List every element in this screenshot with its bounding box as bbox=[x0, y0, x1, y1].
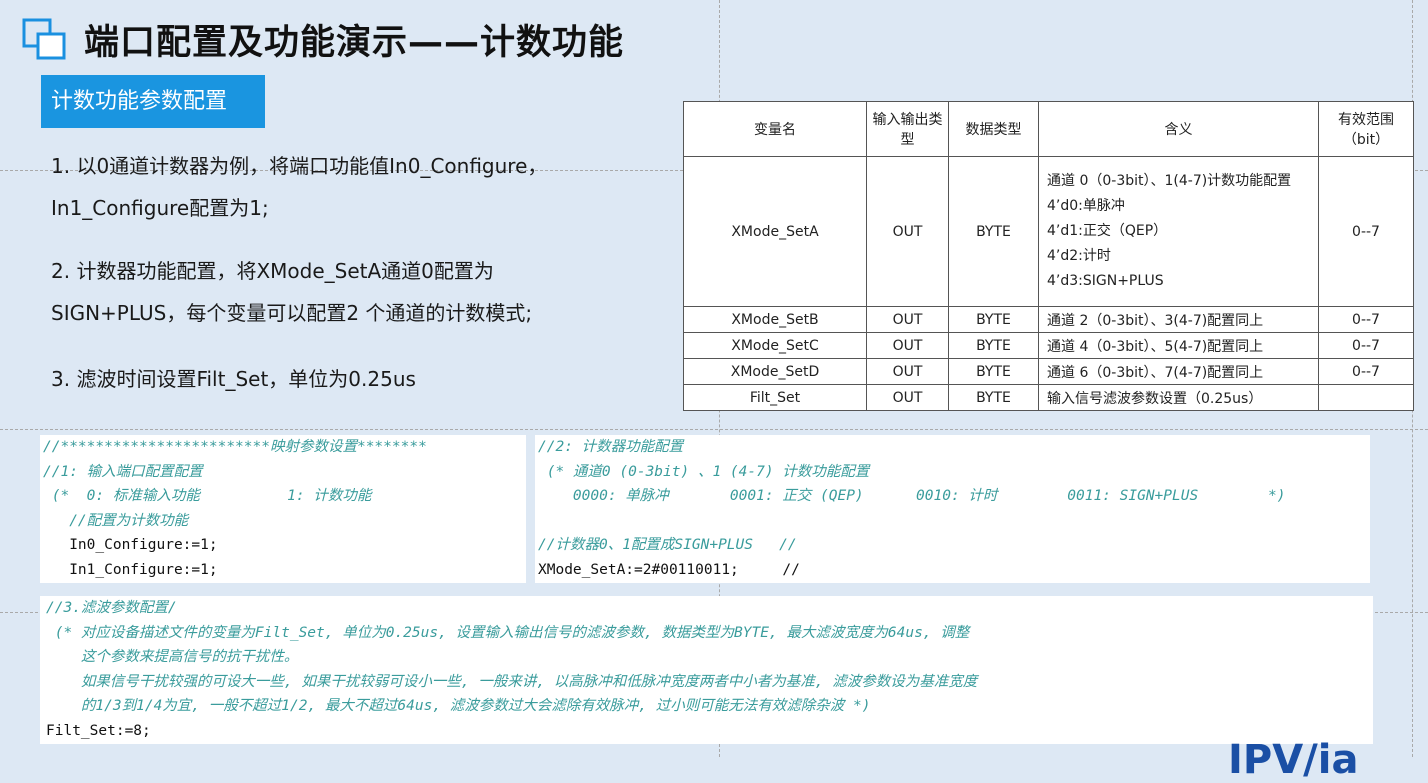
code-comment-line: 0000: 单脉冲 0001: 正交 (QEP) 0010: 计时 0011: … bbox=[538, 488, 1286, 504]
cell-range: 0--7 bbox=[1318, 332, 1414, 359]
step-2-line-1: 2. 计数器功能配置，将XMode_SetA通道0配置为 bbox=[51, 259, 494, 283]
code-comment-line bbox=[538, 509, 1370, 534]
header-cell: 数据类型 bbox=[948, 101, 1039, 157]
code-comment-line: //3.滤波参数配置/ bbox=[46, 600, 177, 616]
table-row: XMode_SetB OUT BYTE 通道 2（0-3bit）、3(4-7)配… bbox=[683, 306, 1414, 333]
cell-type: BYTE bbox=[948, 332, 1039, 359]
cell-type: BYTE bbox=[948, 358, 1039, 385]
step-1-line-1: 1. 以0通道计数器为例，将端口功能值In0_Configure， bbox=[51, 154, 548, 178]
code-comment-line: (* 对应设备描述文件的变量为Filt_Set, 单位为0.25us, 设置输入… bbox=[46, 624, 970, 641]
meaning-line: 4’d0:单脉冲 bbox=[1047, 198, 1125, 214]
table-header-row: 变量名 输入输出类型 数据类型 含义 有效范围（bit） bbox=[683, 101, 1414, 157]
cell-type: BYTE bbox=[948, 384, 1039, 411]
header-cell: 有效范围（bit） bbox=[1318, 101, 1414, 157]
cell-meaning: 通道 0（0-3bit）、1(4-7)计数功能配置 4’d0:单脉冲 4’d1:… bbox=[1038, 156, 1319, 307]
code-panel-filter-config: //3.滤波参数配置/ (* 对应设备描述文件的变量为Filt_Set, 单位为… bbox=[40, 596, 1373, 744]
meaning-line: 4’d2:计时 bbox=[1047, 248, 1111, 264]
cell-meaning: 通道 6（0-3bit）、7(4-7)配置同上 bbox=[1038, 358, 1319, 385]
cell-io: OUT bbox=[866, 306, 949, 333]
code-statement-line: Filt_Set:=8; bbox=[46, 722, 151, 739]
step-3-text: 3. 滤波时间设置Filt_Set，单位为0.25us bbox=[51, 358, 671, 400]
cell-name: XMode_SetD bbox=[683, 358, 867, 385]
code-comment-line: //计数器0、1配置成SIGN+PLUS // bbox=[538, 537, 797, 553]
code-comment-line: 的1/3到1/4为宜, 一般不超过1/2, 最大不超过64us, 滤波参数过大会… bbox=[46, 698, 871, 714]
table-row: XMode_SetA OUT BYTE 通道 0（0-3bit）、1(4-7)计… bbox=[683, 156, 1414, 307]
code-comment-line: (* 通道0 (0-3bit) 、1 (4-7) 计数功能配置 bbox=[538, 463, 870, 480]
cell-type: BYTE bbox=[948, 156, 1039, 307]
code-comment-line: (* 0: 标准输入功能 1: 计数功能 bbox=[43, 488, 372, 504]
code-comment-line: 这个参数来提高信号的抗干扰性。 bbox=[46, 649, 299, 665]
code-statement-line: In1_Configure:=1; bbox=[43, 561, 218, 578]
header-cell: 含义 bbox=[1038, 101, 1319, 157]
code-statement-line: In0_Configure:=1; bbox=[43, 537, 218, 553]
cell-meaning: 通道 2（0-3bit）、3(4-7)配置同上 bbox=[1038, 306, 1319, 333]
cell-range: 0--7 bbox=[1318, 306, 1414, 333]
cell-io: OUT bbox=[866, 358, 949, 385]
step-1-line-2: In1_Configure配置为1; bbox=[51, 196, 269, 220]
step-1-text: 1. 以0通道计数器为例，将端口功能值In0_Configure， In1_Co… bbox=[51, 145, 671, 229]
code-comment-line: //配置为计数功能 bbox=[43, 512, 189, 529]
page-title: 端口配置及功能演示——计数功能 bbox=[84, 23, 625, 63]
cell-name: XMode_SetB bbox=[683, 306, 867, 333]
cell-io: OUT bbox=[866, 384, 949, 411]
title-squares-icon bbox=[22, 18, 66, 60]
code-comment-line: 如果信号干扰较强的可设大一些, 如果干扰较弱可设小一些, 一般来讲, 以高脉冲和… bbox=[46, 673, 978, 690]
table-row: XMode_SetD OUT BYTE 通道 6（0-3bit）、7(4-7)配… bbox=[683, 358, 1414, 385]
code-comment-line: //************************映射参数设置******** bbox=[43, 439, 427, 455]
code-statement-line: XMode_SetA:=2#00110011; // bbox=[538, 561, 800, 578]
brand-logo: IPV/ia bbox=[1228, 737, 1359, 783]
cell-range bbox=[1318, 384, 1414, 411]
cell-meaning: 通道 4（0-3bit）、5(4-7)配置同上 bbox=[1038, 332, 1319, 359]
table-row: XMode_SetC OUT BYTE 通道 4（0-3bit）、5(4-7)配… bbox=[683, 332, 1414, 359]
meaning-line: 通道 0（0-3bit）、1(4-7)计数功能配置 bbox=[1047, 173, 1292, 189]
cell-name: XMode_SetC bbox=[683, 332, 867, 359]
code-comment-line: //2: 计数器功能配置 bbox=[538, 439, 684, 455]
cell-meaning: 输入信号滤波参数设置（0.25us） bbox=[1038, 384, 1319, 411]
cell-io: OUT bbox=[866, 332, 949, 359]
variable-table: 变量名 输入输出类型 数据类型 含义 有效范围（bit） XMode_SetA … bbox=[683, 101, 1414, 411]
step-3-line-1: 3. 滤波时间设置Filt_Set，单位为0.25us bbox=[51, 367, 416, 391]
header-cell: 变量名 bbox=[683, 101, 867, 157]
cell-io: OUT bbox=[866, 156, 949, 307]
code-panel-counter-config: //2: 计数器功能配置 (* 通道0 (0-3bit) 、1 (4-7) 计数… bbox=[535, 435, 1370, 583]
step-2-line-2: SIGN+PLUS，每个变量可以配置2 个通道的计数模式; bbox=[51, 301, 533, 325]
table-row: Filt_Set OUT BYTE 输入信号滤波参数设置（0.25us） bbox=[683, 384, 1414, 411]
guide-line-h2 bbox=[0, 429, 1428, 430]
cell-type: BYTE bbox=[948, 306, 1039, 333]
cell-range: 0--7 bbox=[1318, 358, 1414, 385]
cell-name: XMode_SetA bbox=[683, 156, 867, 307]
cell-name: Filt_Set bbox=[683, 384, 867, 411]
section-badge: 计数功能参数配置 bbox=[41, 75, 265, 128]
step-2-text: 2. 计数器功能配置，将XMode_SetA通道0配置为 SIGN+PLUS，每… bbox=[51, 250, 671, 334]
header-cell: 输入输出类型 bbox=[866, 101, 949, 157]
cell-range: 0--7 bbox=[1318, 156, 1414, 307]
meaning-line: 4’d1:正交（QEP） bbox=[1047, 223, 1168, 239]
code-comment-line: //1: 输入端口配置配置 bbox=[43, 463, 203, 480]
code-panel-port-config: //************************映射参数设置********… bbox=[40, 435, 526, 583]
meaning-line: 4’d3:SIGN+PLUS bbox=[1047, 273, 1164, 289]
